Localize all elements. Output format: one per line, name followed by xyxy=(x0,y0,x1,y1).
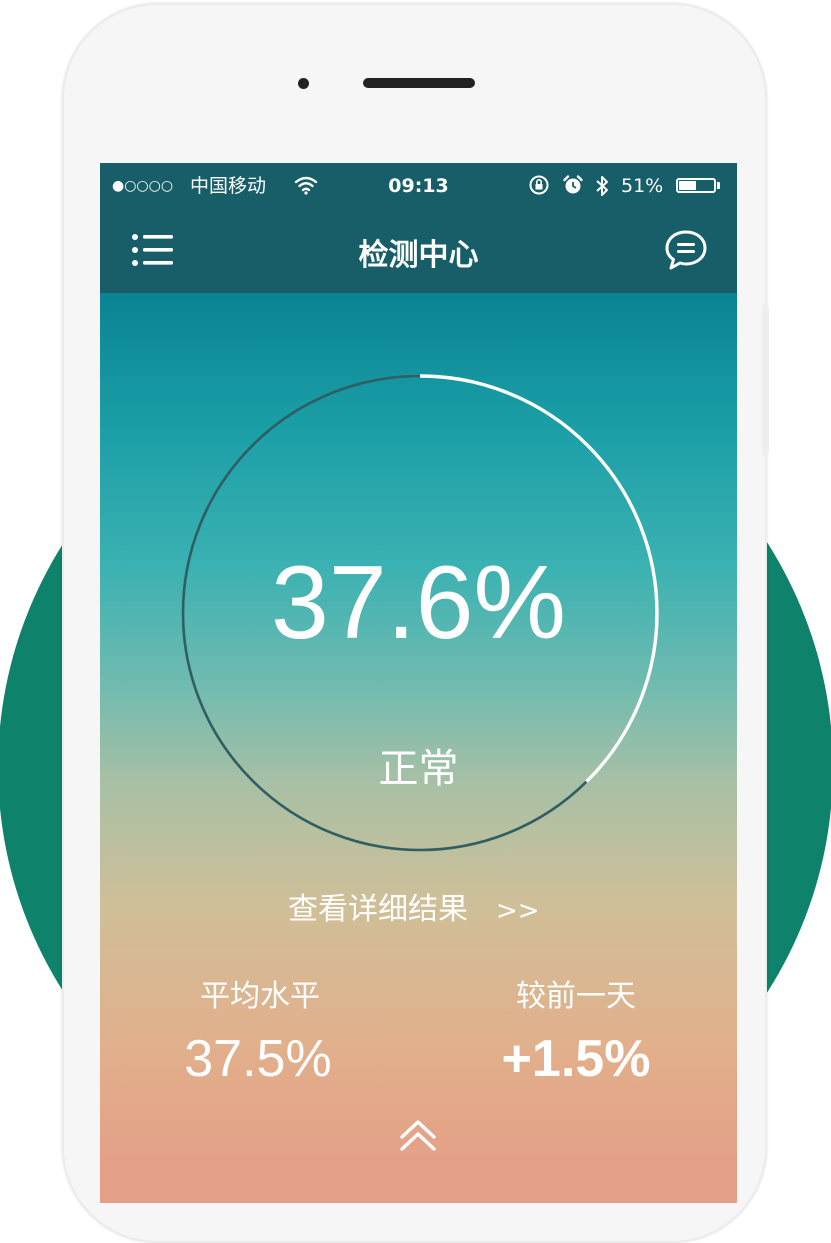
status-bar: ●○○○○ 中国移动 09:13 51% xyxy=(100,163,737,208)
battery-percent: 51% xyxy=(621,175,664,197)
front-camera xyxy=(298,78,309,89)
battery-terminal xyxy=(717,182,720,189)
previous-day-label: 较前一天 xyxy=(516,979,636,1014)
details-arrows: >> xyxy=(496,896,540,926)
navigation-bar: 检测中心 xyxy=(100,208,737,293)
battery-level-fill xyxy=(679,181,696,190)
phone-side-button xyxy=(762,305,769,455)
alarm-icon xyxy=(563,175,583,194)
view-details-label: 查看详细结果 xyxy=(288,892,468,927)
status-label: 正常 xyxy=(378,746,459,792)
earpiece-speaker xyxy=(363,78,475,88)
average-level-value: 37.5% xyxy=(184,1030,332,1088)
average-level-label: 平均水平 xyxy=(200,979,320,1014)
view-details-link[interactable]: 查看详细结果 >> xyxy=(288,891,540,930)
chat-bubble-icon[interactable] xyxy=(663,228,709,272)
app-screen: ●○○○○ 中国移动 09:13 51% 检测中心 37.6% 正常 查看详细结… xyxy=(100,163,737,1203)
double-chevron-up-icon[interactable] xyxy=(396,1115,440,1155)
bluetooth-icon xyxy=(596,176,608,196)
percentage-value: 37.6% xyxy=(271,545,566,661)
rotation-lock-icon xyxy=(529,175,549,195)
battery-icon xyxy=(676,178,716,193)
page-title: 检测中心 xyxy=(358,238,479,273)
previous-day-change: +1.5% xyxy=(501,1030,651,1088)
